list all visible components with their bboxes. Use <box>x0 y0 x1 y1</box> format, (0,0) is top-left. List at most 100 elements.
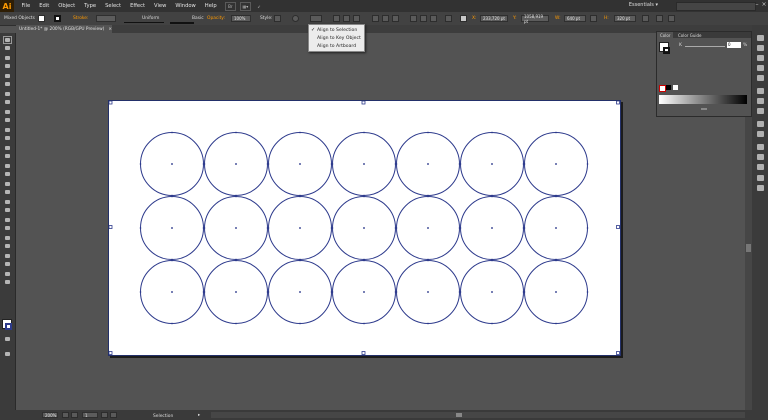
tab-color[interactable]: Color <box>657 32 674 38</box>
graphic-styles-panel-icon[interactable] <box>757 131 764 137</box>
bounding-box-handle[interactable] <box>616 225 620 229</box>
perspective-grid-tool-icon[interactable] <box>4 189 11 195</box>
graphic-style-swatch[interactable] <box>274 15 281 22</box>
anchor-point[interactable] <box>331 163 334 165</box>
reference-point-icon[interactable] <box>460 15 467 22</box>
anchor-point[interactable] <box>395 227 398 229</box>
anchor-point[interactable] <box>491 322 493 325</box>
zoom-tool-icon[interactable] <box>4 279 11 285</box>
anchor-point[interactable] <box>267 291 270 293</box>
k-value-field[interactable]: 0 <box>727 42 741 48</box>
recolor-artwork-icon[interactable] <box>292 15 299 22</box>
anchor-point[interactable] <box>586 163 589 165</box>
pen-tool-icon[interactable] <box>4 73 11 79</box>
anchor-point[interactable] <box>491 131 493 134</box>
anchor-point[interactable] <box>523 163 526 165</box>
anchor-point[interactable] <box>171 195 173 198</box>
stroke-label[interactable]: Stroke: <box>73 15 88 22</box>
previous-artboard-icon[interactable] <box>71 412 78 418</box>
symbol-sprayer-tool-icon[interactable] <box>4 235 11 241</box>
menu-view[interactable]: View <box>150 3 171 9</box>
lasso-tool-icon[interactable] <box>4 63 11 69</box>
color-mode-icon[interactable] <box>4 336 11 342</box>
anchor-point[interactable] <box>203 291 206 293</box>
anchor-point[interactable] <box>299 131 301 134</box>
align-to-selection-item[interactable]: ✓ Align to Selection <box>309 26 364 34</box>
h-field[interactable]: 320 pt <box>614 15 636 22</box>
pencil-tool-icon[interactable] <box>4 127 11 133</box>
blend-tool-icon[interactable] <box>4 225 11 231</box>
anchor-point[interactable] <box>395 291 398 293</box>
color-panel-icon[interactable] <box>757 35 764 41</box>
anchor-point[interactable] <box>427 259 429 262</box>
anchor-point[interactable] <box>139 291 142 293</box>
anchor-point[interactable] <box>235 259 237 262</box>
control-panel-menu-icon[interactable] <box>668 15 675 22</box>
transparency-panel-icon[interactable] <box>757 108 764 114</box>
align-center-icon[interactable] <box>343 15 350 22</box>
anchor-point[interactable] <box>555 322 557 325</box>
align-right-icon[interactable] <box>353 15 360 22</box>
anchor-point[interactable] <box>363 259 365 262</box>
menu-object[interactable]: Object <box>54 3 80 9</box>
align-bottom-icon[interactable] <box>392 15 399 22</box>
anchor-point[interactable] <box>586 227 589 229</box>
gpu-performance-icon[interactable]: ➶ <box>255 3 262 10</box>
layers-panel-icon[interactable] <box>757 175 764 181</box>
anchor-point[interactable] <box>555 195 557 198</box>
mesh-tool-icon[interactable] <box>4 199 11 205</box>
anchor-point[interactable] <box>586 291 589 293</box>
bounding-box-handle[interactable] <box>616 101 620 105</box>
anchor-point[interactable] <box>203 227 206 229</box>
stroke-color-box[interactable] <box>5 323 12 330</box>
align-to-artboard-item[interactable]: Align to Artboard <box>309 42 364 50</box>
paintbrush-tool-icon[interactable] <box>4 117 11 123</box>
panel-stroke-swatch[interactable] <box>663 47 670 54</box>
anchor-point[interactable] <box>427 322 429 325</box>
anchor-point[interactable] <box>331 291 334 293</box>
menu-window[interactable]: Window <box>171 3 200 9</box>
shape-builder-tool-icon[interactable] <box>4 181 11 187</box>
eyedropper-tool-icon[interactable] <box>4 217 11 223</box>
anchor-point[interactable] <box>171 259 173 262</box>
bounding-box-handle[interactable] <box>109 351 113 355</box>
anchor-point[interactable] <box>235 322 237 325</box>
brush-definition[interactable] <box>170 15 194 24</box>
horizontal-scroll-thumb[interactable] <box>456 413 462 417</box>
artboard-number-field[interactable]: 1 <box>82 412 98 418</box>
align-top-icon[interactable] <box>372 15 379 22</box>
search-input[interactable] <box>676 2 756 11</box>
last-artboard-icon[interactable] <box>110 412 117 418</box>
stroke-swatch[interactable] <box>54 15 61 22</box>
align-middle-icon[interactable] <box>382 15 389 22</box>
color-guide-panel-icon[interactable] <box>757 45 764 51</box>
brush-label[interactable]: Basic <box>192 15 204 22</box>
menu-type[interactable]: Type <box>80 3 101 9</box>
none-swatch[interactable] <box>659 85 666 92</box>
gradient-panel-icon[interactable] <box>757 98 764 104</box>
anchor-point[interactable] <box>139 163 142 165</box>
anchor-point[interactable] <box>363 195 365 198</box>
transform-panel-icon[interactable] <box>757 144 764 150</box>
slice-tool-icon[interactable] <box>4 261 11 267</box>
bounding-box-handle[interactable] <box>616 351 620 355</box>
color-spectrum-bar[interactable] <box>659 95 747 104</box>
symbols-panel-icon[interactable] <box>757 75 764 81</box>
link-proportions-icon[interactable] <box>590 15 597 22</box>
align-to-key-object-item[interactable]: Align to Key Object <box>309 34 364 42</box>
artwork-canvas[interactable] <box>109 101 620 355</box>
anchor-point[interactable] <box>235 195 237 198</box>
anchor-point[interactable] <box>235 131 237 134</box>
anchor-point[interactable] <box>427 131 429 134</box>
align-panel-icon[interactable] <box>757 154 764 160</box>
ellipse-tool-icon[interactable] <box>4 109 11 115</box>
anchor-point[interactable] <box>331 227 334 229</box>
next-artboard-icon[interactable] <box>101 412 108 418</box>
close-tab-icon[interactable]: × <box>108 27 112 32</box>
anchor-point[interactable] <box>459 291 462 293</box>
status-menu-icon[interactable]: ▸ <box>198 412 200 419</box>
magic-wand-tool-icon[interactable] <box>4 55 11 61</box>
opacity-field[interactable]: 100% <box>231 15 251 22</box>
vertical-scroll-thumb[interactable] <box>746 244 751 252</box>
white-swatch[interactable] <box>673 85 678 90</box>
